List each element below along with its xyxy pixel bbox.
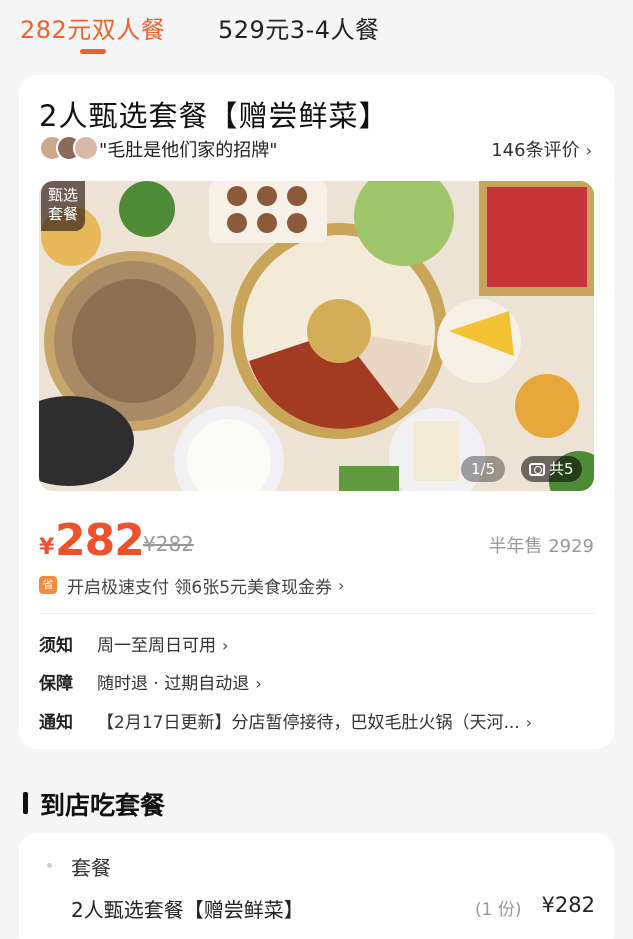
chevron-right-icon: › — [585, 141, 592, 160]
sales-count: 半年售 2929 — [488, 536, 594, 557]
original-price: ¥282 — [143, 532, 194, 556]
photo-total-button[interactable]: 共5 — [521, 456, 582, 482]
info-value: 【2月17日更新】分店暂停接待，巴奴毛肚火锅（天河... — [97, 713, 520, 733]
featured-badge-text: 甄选 套餐 — [47, 186, 78, 223]
avatar — [73, 135, 99, 161]
info-value: 随时退 · 过期自动退 — [97, 674, 250, 694]
promo-save-icon: 省 — [39, 576, 57, 594]
current-price: 282 — [55, 515, 145, 566]
photo-counter: 1/5 — [461, 456, 506, 482]
active-tab-indicator — [80, 49, 106, 54]
featured-badge: 甄选 套餐 — [41, 181, 85, 231]
section-marker — [23, 792, 28, 814]
package-item-price: ¥282 — [541, 893, 595, 917]
price-row: ¥ 282 ¥282 半年售 2929 — [39, 515, 594, 566]
promo-link[interactable]: 省 开启极速支付 领6张5元美食现金券 › — [39, 574, 345, 598]
hotpot-photo — [39, 181, 594, 491]
deal-photo-carousel[interactable]: 甄选 套餐 1/5 共5 — [39, 181, 594, 491]
package-item-name: 2人甄选套餐【赠尝鲜菜】 — [71, 898, 304, 922]
info-value-link[interactable]: 随时退 · 过期自动退 › — [97, 669, 262, 694]
currency-symbol: ¥ — [39, 535, 55, 560]
tab-2-person[interactable]: 282元双人餐 — [20, 10, 165, 45]
chevron-right-icon: › — [222, 636, 229, 655]
photo-total: 共5 — [549, 460, 574, 478]
review-count: 146条评价 — [491, 140, 580, 161]
info-value-link[interactable]: 【2月17日更新】分店暂停接待，巴奴毛肚火锅（天河... › — [97, 708, 532, 733]
promo-text: 开启极速支付 领6张5元美食现金券 — [67, 577, 333, 598]
camera-icon — [529, 462, 545, 476]
info-key: 通知 — [39, 713, 73, 733]
chevron-right-icon: › — [338, 575, 345, 595]
info-value: 周一至周日可用 — [97, 636, 216, 656]
section-title: 到店吃套餐 — [40, 791, 166, 820]
reviews-link[interactable]: 146条评价 › — [491, 136, 592, 162]
reviewer-avatars — [39, 135, 101, 161]
chevron-right-icon: › — [525, 713, 533, 732]
package-card: 套餐 2人甄选套餐【赠尝鲜菜】 (1 份) ¥282 — [19, 833, 614, 939]
divider — [39, 613, 594, 614]
review-highlight: "毛肚是他们家的招牌" — [99, 140, 278, 161]
info-key: 保障 — [39, 674, 73, 694]
deal-card: 2人甄选套餐【赠尝鲜菜】 "毛肚是他们家的招牌" 146条评价 › 甄选 套餐 … — [19, 75, 614, 749]
bullet-dot — [47, 863, 52, 868]
tab-3-4-person[interactable]: 529元3-4人餐 — [218, 10, 380, 45]
info-key: 须知 — [39, 636, 73, 656]
info-value-link[interactable]: 周一至周日可用 › — [97, 631, 228, 656]
chevron-right-icon: › — [255, 674, 262, 693]
package-label: 套餐 — [71, 856, 111, 880]
package-item-qty: (1 份) — [475, 900, 522, 920]
package-tabs: 282元双人餐 529元3-4人餐 — [0, 0, 633, 60]
deal-title: 2人甄选套餐【赠尝鲜菜】 — [39, 99, 389, 133]
